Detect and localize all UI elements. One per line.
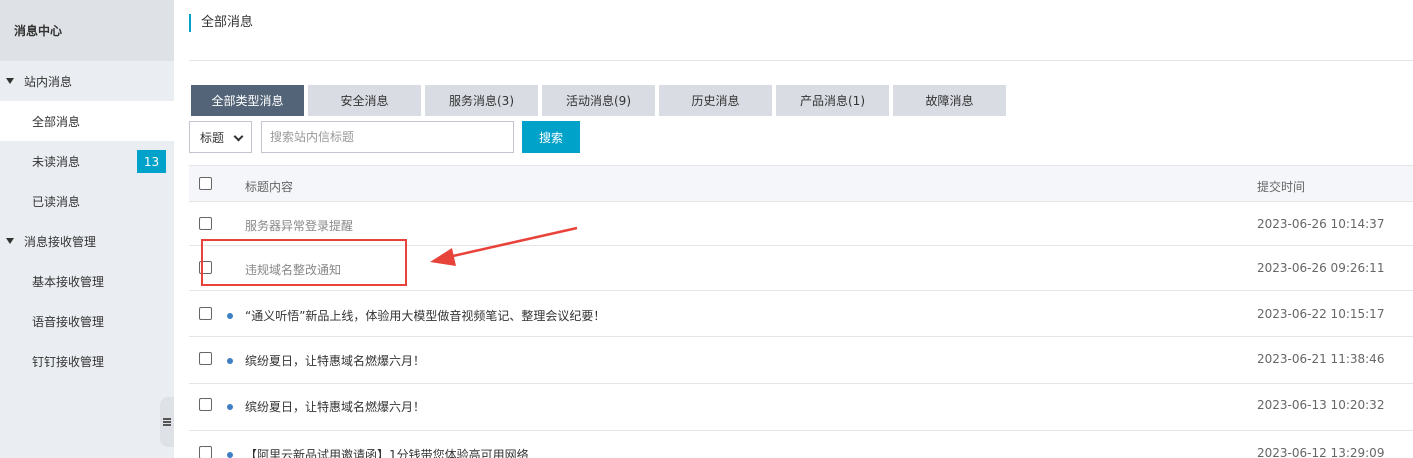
sidebar-item-dingtalk-receive[interactable]: 钉钉接收管理 bbox=[0, 341, 174, 381]
sidebar-item-label: 未读消息 bbox=[32, 154, 81, 169]
message-type-tabs: 全部类型消息 安全消息 服务消息(3) 活动消息(9) 历史消息 产品消息(1)… bbox=[191, 85, 1010, 116]
row-time: 2023-06-26 09:26:11 bbox=[1257, 261, 1385, 275]
sidebar-item-basic-receive[interactable]: 基本接收管理 bbox=[0, 261, 174, 301]
unread-dot-icon bbox=[227, 313, 233, 319]
column-header-time: 提交时间 bbox=[1257, 180, 1306, 194]
search-field-select[interactable]: 标题 bbox=[189, 121, 252, 153]
table-row[interactable]: “通义听悟”新品上线，体验用大模型做音视频笔记、整理会议纪要！ 2023-06-… bbox=[189, 291, 1413, 337]
caret-down-icon bbox=[6, 238, 14, 244]
unread-dot-icon bbox=[227, 404, 233, 410]
sidebar-item-read[interactable]: 已读消息 bbox=[0, 181, 174, 221]
row-title[interactable]: 【阿里云新品试用邀请函】1分钱带您体验高可用网络 bbox=[245, 446, 529, 458]
sidebar-item-label: 全部消息 bbox=[32, 114, 81, 129]
row-checkbox[interactable] bbox=[199, 217, 212, 230]
sidebar-group-label: 消息接收管理 bbox=[24, 234, 97, 249]
tab-fault[interactable]: 故障消息 bbox=[893, 85, 1006, 116]
table-row[interactable]: 服务器异常登录提醒 2023-06-26 10:14:37 bbox=[189, 202, 1413, 246]
tab-activity[interactable]: 活动消息(9) bbox=[542, 85, 655, 116]
table-row[interactable]: 缤纷夏日，让特惠域名燃爆六月！ 2023-06-21 11:38:46 bbox=[189, 337, 1413, 384]
row-time: 2023-06-26 10:14:37 bbox=[1257, 217, 1385, 231]
sidebar-group-receive-settings[interactable]: 消息接收管理 bbox=[0, 221, 174, 261]
sidebar-item-label: 基本接收管理 bbox=[32, 274, 105, 289]
select-value: 标题 bbox=[200, 130, 225, 145]
table-row[interactable]: 违规域名整改通知 2023-06-26 09:26:11 bbox=[189, 246, 1413, 291]
divider bbox=[189, 60, 1413, 61]
sidebar-item-unread[interactable]: 未读消息 13 bbox=[0, 141, 174, 181]
row-time: 2023-06-13 10:20:32 bbox=[1257, 398, 1385, 412]
row-title[interactable]: “通义听悟”新品上线，体验用大模型做音视频笔记、整理会议纪要！ bbox=[245, 307, 605, 324]
row-checkbox[interactable] bbox=[199, 261, 212, 274]
unread-count-badge: 13 bbox=[137, 150, 166, 173]
row-checkbox[interactable] bbox=[199, 352, 212, 365]
table-row[interactable]: 缤纷夏日，让特惠域名燃爆六月！ 2023-06-13 10:20:32 bbox=[189, 384, 1413, 431]
row-checkbox[interactable] bbox=[199, 307, 212, 320]
row-time: 2023-06-21 11:38:46 bbox=[1257, 352, 1385, 366]
chevron-down-icon bbox=[233, 131, 244, 142]
search-button[interactable]: 搜索 bbox=[522, 121, 580, 153]
sidebar-item-label: 语音接收管理 bbox=[32, 314, 105, 329]
sidebar: 消息中心 站内消息 全部消息 未读消息 13 已读消息 消息接收管理 基本接收管… bbox=[0, 0, 174, 458]
unread-dot-icon bbox=[227, 452, 233, 458]
unread-dot-icon bbox=[227, 358, 233, 364]
sidebar-group-inbox[interactable]: 站内消息 bbox=[0, 61, 174, 101]
tab-all-types[interactable]: 全部类型消息 bbox=[191, 85, 304, 116]
sidebar-item-all-messages[interactable]: 全部消息 bbox=[0, 101, 174, 141]
main-content: 全部消息 全部类型消息 安全消息 服务消息(3) 活动消息(9) 历史消息 产品… bbox=[174, 0, 1413, 458]
message-table: 标题内容 提交时间 服务器异常登录提醒 2023-06-26 10:14:37 … bbox=[189, 165, 1413, 458]
tab-product[interactable]: 产品消息(1) bbox=[776, 85, 889, 116]
table-row[interactable]: 【阿里云新品试用邀请函】1分钱带您体验高可用网络 2023-06-12 13:2… bbox=[189, 431, 1413, 458]
row-time: 2023-06-22 10:15:17 bbox=[1257, 307, 1385, 321]
sidebar-item-voice-receive[interactable]: 语音接收管理 bbox=[0, 301, 174, 341]
caret-down-icon bbox=[6, 78, 14, 84]
tab-history[interactable]: 历史消息 bbox=[659, 85, 772, 116]
row-title[interactable]: 缤纷夏日，让特惠域名燃爆六月！ bbox=[245, 352, 425, 369]
sidebar-item-label: 已读消息 bbox=[32, 194, 81, 209]
row-checkbox[interactable] bbox=[199, 446, 212, 458]
row-time: 2023-06-12 13:29:09 bbox=[1257, 446, 1385, 458]
row-title[interactable]: 违规域名整改通知 bbox=[245, 261, 341, 278]
table-header: 标题内容 提交时间 bbox=[189, 165, 1413, 202]
row-title[interactable]: 服务器异常登录提醒 bbox=[245, 217, 353, 234]
sidebar-header: 消息中心 bbox=[0, 0, 174, 61]
tab-service[interactable]: 服务消息(3) bbox=[425, 85, 538, 116]
sidebar-item-label: 钉钉接收管理 bbox=[32, 354, 105, 369]
row-checkbox[interactable] bbox=[199, 398, 212, 411]
app-root: 消息中心 站内消息 全部消息 未读消息 13 已读消息 消息接收管理 基本接收管… bbox=[0, 0, 1413, 458]
column-header-title: 标题内容 bbox=[245, 180, 294, 194]
sidebar-group-label: 站内消息 bbox=[24, 74, 73, 89]
search-input[interactable] bbox=[261, 121, 514, 153]
search-bar: 标题 搜索 bbox=[189, 121, 580, 153]
tab-security[interactable]: 安全消息 bbox=[308, 85, 421, 116]
collapse-sidebar-icon[interactable] bbox=[160, 397, 174, 447]
select-all-checkbox[interactable] bbox=[199, 177, 212, 190]
page-title: 全部消息 bbox=[189, 14, 253, 32]
row-title[interactable]: 缤纷夏日，让特惠域名燃爆六月！ bbox=[245, 398, 425, 415]
